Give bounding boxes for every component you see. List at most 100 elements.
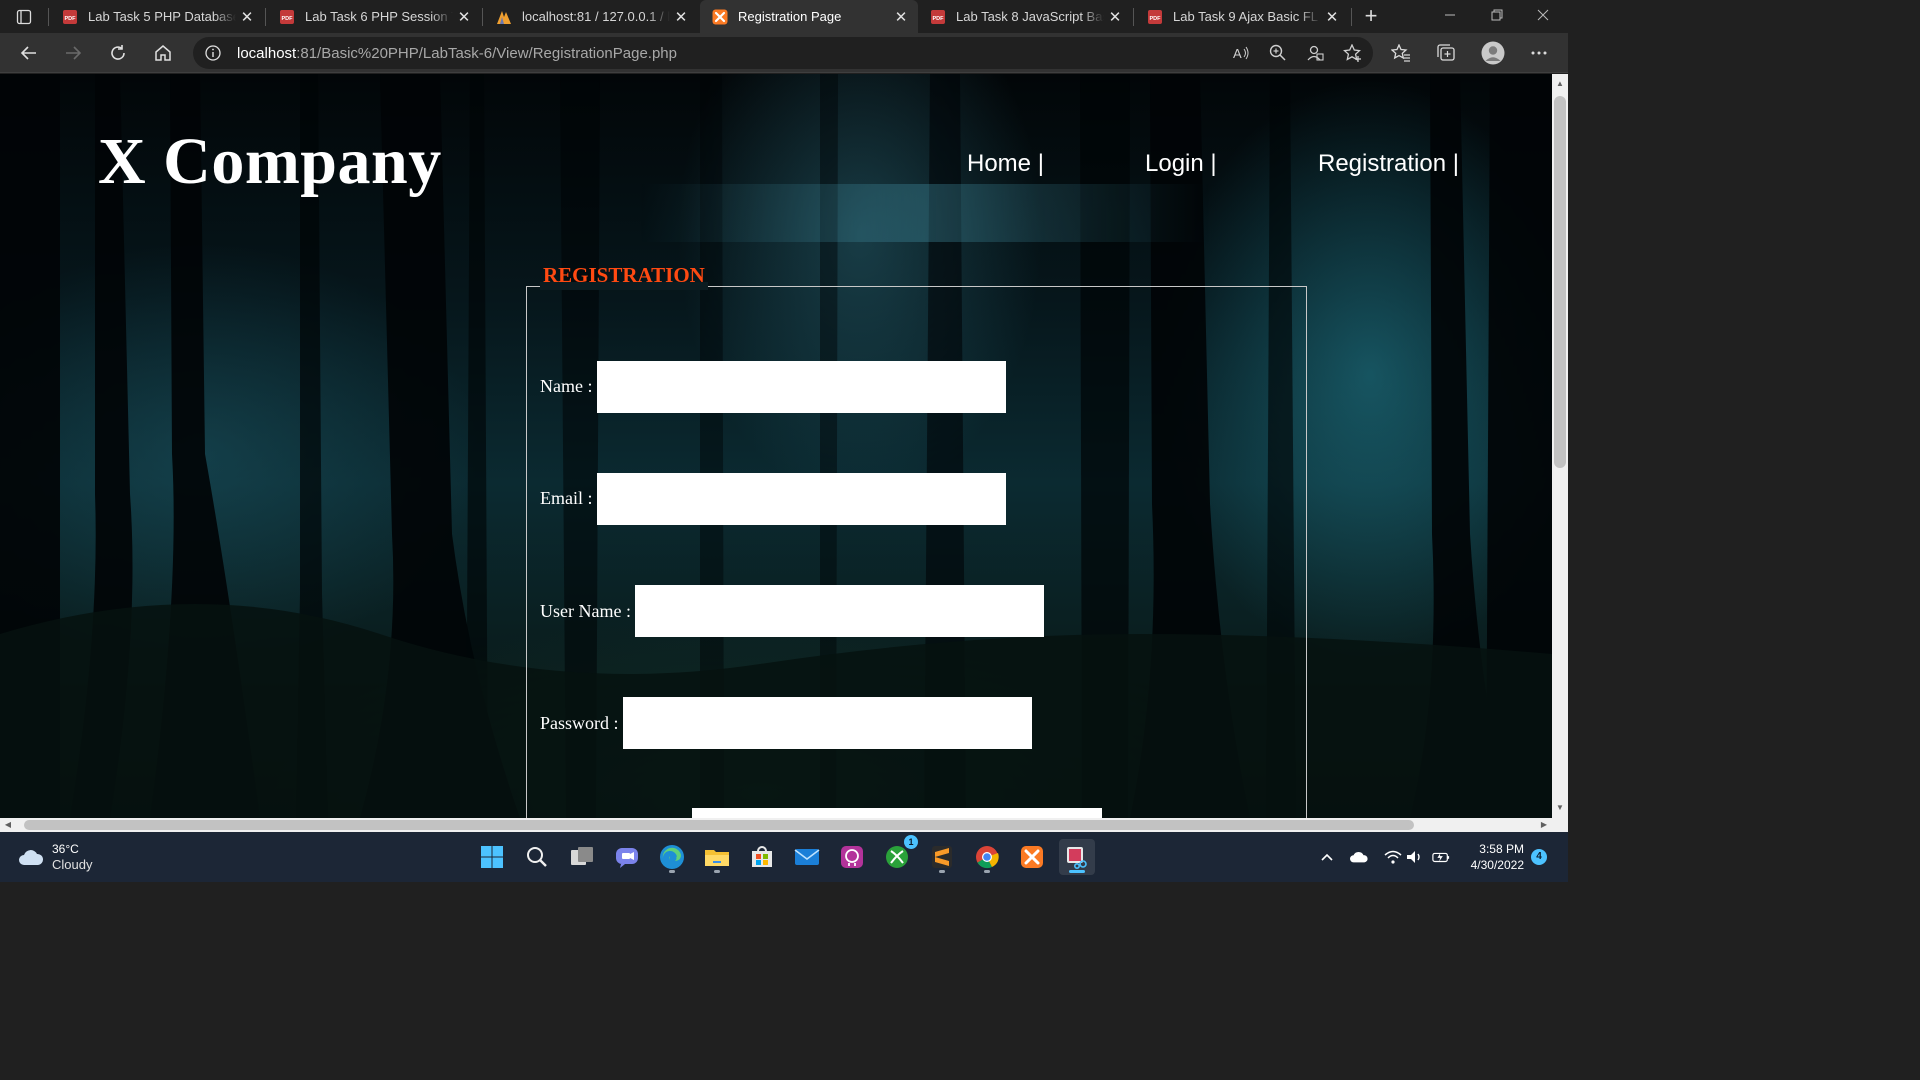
close-tab-icon[interactable]: ✕ [1104, 8, 1126, 26]
onedrive-cloud-icon[interactable] [1350, 848, 1368, 866]
system-clock[interactable]: 3:58 PM 4/30/2022 [1460, 841, 1524, 873]
scroll-left-icon[interactable]: ◀ [0, 818, 16, 832]
xampp-button[interactable] [1014, 839, 1050, 875]
browser-toolbar: localhost:81/Basic%20PHP/LabTask-6/View/… [0, 33, 1568, 73]
snipping-tool-button[interactable] [1059, 839, 1095, 875]
name-input[interactable] [597, 361, 1006, 413]
zoom-icon[interactable] [1268, 44, 1288, 62]
favorites-icon [1391, 44, 1410, 62]
minimize-button[interactable] [1427, 0, 1473, 33]
tab-registration-page[interactable]: Registration Page ✕ [700, 0, 918, 33]
restore-icon [1491, 9, 1503, 21]
tab-phpmyadmin[interactable]: localhost:81 / 127.0.0.1 / lab ✕ [484, 0, 698, 33]
tab-lab-task-9[interactable]: PDF Lab Task 9 Ajax Basic FL 21- ✕ [1135, 0, 1349, 33]
weather-widget[interactable]: 36°C Cloudy [18, 841, 92, 873]
partially-visible-input[interactable] [692, 808, 1102, 818]
read-aloud-icon[interactable]: A [1231, 44, 1251, 62]
minimize-icon [1445, 14, 1455, 16]
vertical-scrollbar[interactable]: ▲ ▼ [1552, 74, 1568, 818]
browser-essentials-icon[interactable] [1305, 44, 1325, 62]
mail-button[interactable] [789, 839, 825, 875]
file-explorer-button[interactable] [699, 839, 735, 875]
forward-button[interactable] [58, 39, 88, 67]
tab-title: Lab Task 8 JavaScript Basic [956, 9, 1104, 24]
volume-icon[interactable] [1406, 848, 1424, 866]
tab-lab-task-6[interactable]: PDF Lab Task 6 PHP Session Tracking ✕ [267, 0, 481, 33]
profile-button[interactable] [1478, 39, 1508, 67]
refresh-icon [111, 45, 125, 60]
more-icon [1531, 51, 1547, 55]
horizontal-scrollbar[interactable]: ◀ ▶ [0, 818, 1552, 832]
horizontal-scroll-thumb[interactable] [24, 820, 1414, 830]
refresh-button[interactable] [103, 39, 133, 67]
nav-home-link[interactable]: Home | [967, 150, 1044, 178]
phpmyadmin-icon [497, 10, 511, 24]
sublime-text-button[interactable] [924, 839, 960, 875]
task-view-button[interactable] [564, 839, 600, 875]
tab-separator [265, 8, 266, 26]
home-icon [155, 45, 171, 61]
tab-actions-icon[interactable] [10, 5, 38, 29]
taskbar-search-button[interactable] [519, 839, 555, 875]
arrow-left-icon [20, 46, 36, 60]
microsoft-store-button[interactable] [744, 839, 780, 875]
vertical-scroll-thumb[interactable] [1554, 96, 1566, 468]
favorites-button[interactable] [1386, 39, 1416, 67]
close-tab-icon[interactable]: ✕ [670, 8, 692, 26]
nav-registration-link[interactable]: Registration | [1318, 150, 1459, 178]
close-tab-icon[interactable]: ✕ [1321, 8, 1343, 26]
xbox-notification-badge: 1 [904, 835, 918, 849]
show-hidden-icons-chevron-icon[interactable] [1318, 848, 1336, 866]
close-tab-icon[interactable]: ✕ [236, 8, 258, 26]
wifi-icon[interactable] [1384, 848, 1402, 866]
nav-login-link[interactable]: Login | [1145, 150, 1217, 178]
close-window-icon [1537, 9, 1549, 21]
edge-taskbar-button[interactable] [654, 839, 690, 875]
chrome-button[interactable] [969, 839, 1005, 875]
scroll-right-icon[interactable]: ▶ [1536, 818, 1552, 832]
notification-count-badge[interactable]: 4 [1531, 849, 1547, 865]
xampp-icon [1021, 846, 1043, 868]
close-tab-icon[interactable]: ✕ [453, 8, 475, 26]
svg-text:PDF: PDF [1150, 16, 1162, 22]
scroll-up-icon[interactable]: ▲ [1552, 76, 1568, 92]
address-bar[interactable]: localhost:81/Basic%20PHP/LabTask-6/View/… [193, 37, 1373, 69]
close-tab-icon[interactable]: ✕ [890, 8, 912, 26]
security-app-button[interactable] [834, 839, 870, 875]
battery-charging-icon[interactable] [1432, 848, 1450, 866]
new-tab-button[interactable]: + [1358, 3, 1384, 29]
security-app-icon [841, 846, 863, 868]
tab-separator [1133, 8, 1134, 26]
mail-icon [794, 849, 820, 865]
tab-lab-task-8[interactable]: PDF Lab Task 8 JavaScript Basic ✕ [918, 0, 1132, 33]
back-button[interactable] [14, 39, 44, 67]
scroll-down-icon[interactable]: ▼ [1552, 800, 1568, 816]
windows-start-button[interactable] [474, 839, 510, 875]
browser-tab-strip: PDF Lab Task 5 PHP Database Connectivity… [0, 0, 1568, 33]
restore-button[interactable] [1474, 0, 1520, 33]
xbox-button[interactable]: 1 [879, 835, 918, 875]
weather-temperature: 36°C [52, 842, 79, 856]
svg-text:A: A [1233, 46, 1242, 61]
info-icon[interactable] [205, 45, 221, 61]
settings-more-button[interactable] [1524, 39, 1554, 67]
close-window-button[interactable] [1520, 0, 1566, 33]
username-input[interactable] [635, 585, 1044, 637]
registration-legend: REGISTRATION [543, 263, 705, 287]
teams-chat-button[interactable] [609, 839, 645, 875]
collections-button[interactable] [1431, 39, 1461, 67]
windows-taskbar: 36°C Cloudy 1 3:58 PM 4/30/2022 4 [0, 832, 1568, 882]
svg-text:PDF: PDF [933, 16, 945, 22]
scrollbar-corner [1552, 818, 1568, 832]
add-favorite-icon[interactable] [1343, 44, 1363, 62]
email-input[interactable] [597, 473, 1006, 525]
running-indicator [984, 870, 990, 873]
tab-separator [1351, 8, 1352, 26]
pdf-icon: PDF [280, 9, 294, 24]
home-button[interactable] [148, 39, 178, 67]
password-input[interactable] [623, 697, 1032, 749]
chrome-icon [976, 846, 999, 869]
password-label: Password : [540, 713, 619, 733]
file-explorer-icon [705, 850, 729, 866]
tab-lab-task-5[interactable]: PDF Lab Task 5 PHP Database Connectivity… [50, 0, 264, 33]
